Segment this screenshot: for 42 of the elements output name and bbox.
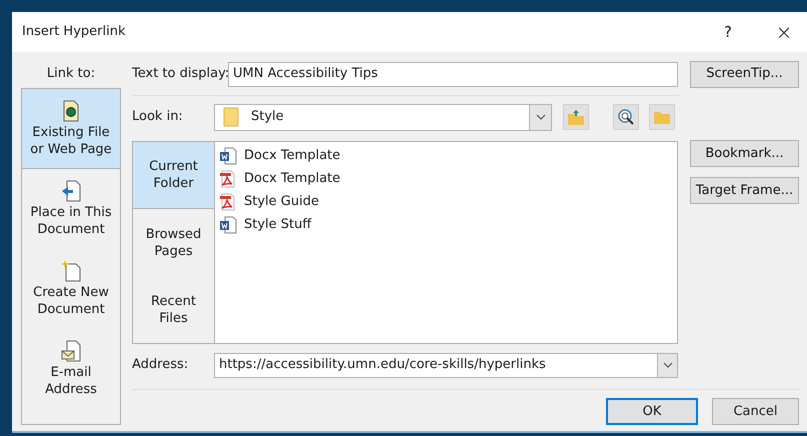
screentip-button[interactable]: ScreenTip... [690,60,799,88]
word-document-icon [219,146,237,164]
window-title: Insert Hyperlink [22,23,126,42]
link-to-label: Link to: [46,65,96,84]
new-document-icon [61,260,81,282]
text-to-display-field[interactable]: UMN Accessibility Tips [228,62,678,86]
link-to-item[interactable]: Existing File or Web Page [22,89,120,169]
look-in-dropdown[interactable]: Style [214,104,552,130]
browse-file-button[interactable] [649,104,675,130]
chevron-down-icon [662,362,672,368]
look-in-label: Look in: [132,108,184,126]
folder-icon [653,109,671,125]
pdf-document-icon [219,170,237,188]
document-globe-icon [62,100,80,122]
file-item[interactable]: Docx Template [219,144,673,167]
document-arrow-icon [61,180,81,202]
address-label: Address: [132,356,190,374]
folder-up-icon [567,108,585,126]
dialog-button[interactable]: Cancel [712,398,799,425]
globe-search-icon [617,108,635,126]
view-tab[interactable]: Browsed Pages [133,209,214,276]
file-item[interactable]: Style Guide [219,190,673,213]
side-button[interactable]: Bookmark... [690,140,799,167]
side-button[interactable]: Target Frame... [690,177,799,204]
link-to-item[interactable]: E-mail Address [22,329,120,409]
address-field[interactable]: https://accessibility.umn.edu/core-skills/hyperlinks [214,352,678,378]
link-to-item[interactable]: Create New Document [22,249,120,329]
file-item[interactable]: Docx Template [219,167,673,190]
view-tab[interactable]: Recent Files [133,276,214,343]
dialog-button[interactable]: OK [606,398,698,425]
chevron-down-icon [536,114,546,120]
view-tab[interactable]: Current Folder [133,142,214,209]
link-to-item[interactable]: Place in This Document [22,169,120,249]
word-document-icon [219,216,237,234]
pdf-document-icon [219,192,237,210]
folder-icon [223,107,239,127]
help-button[interactable]: ? [713,20,743,44]
close-button[interactable]: × [769,17,799,47]
up-folder-button[interactable] [563,104,589,130]
document-envelope-icon [61,340,81,362]
file-item[interactable]: Style Stuff [219,213,673,236]
browse-web-button[interactable] [613,104,639,130]
